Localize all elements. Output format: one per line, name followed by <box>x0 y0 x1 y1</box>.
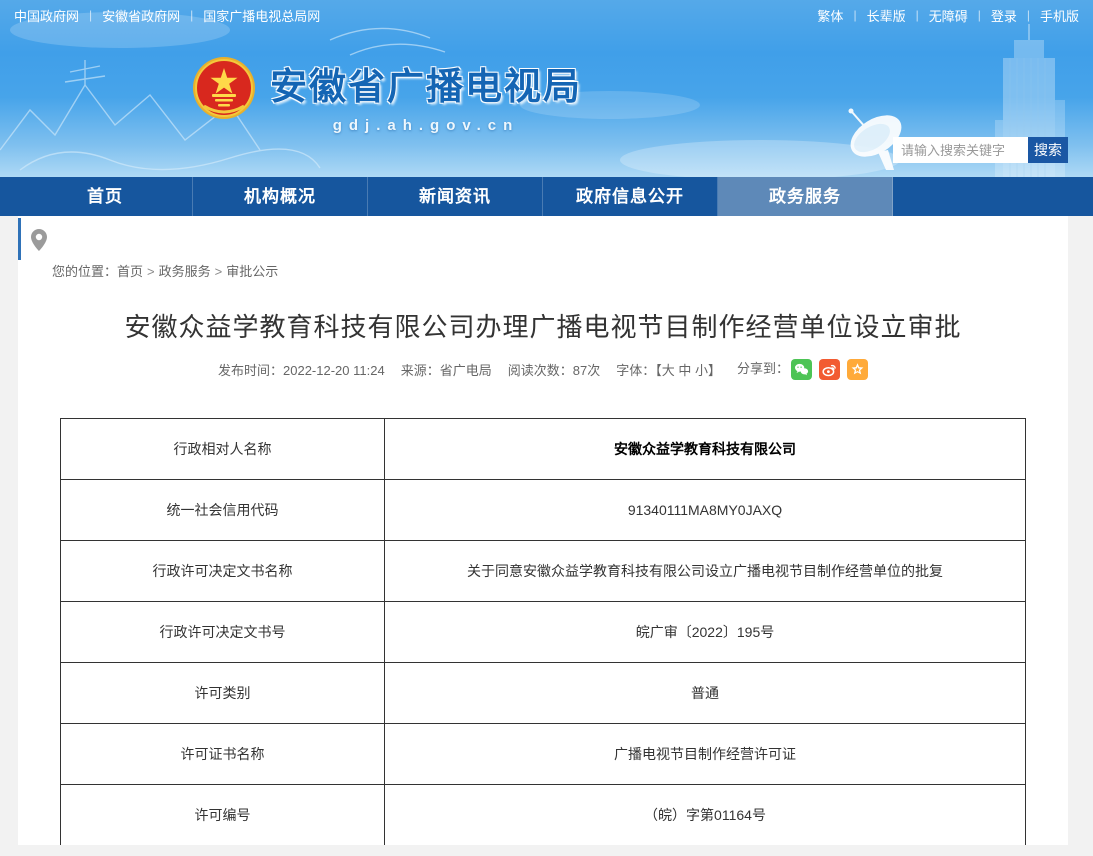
table-row: 行政相对人名称安徽众益学教育科技有限公司 <box>61 419 1026 480</box>
approval-table-body: 行政相对人名称安徽众益学教育科技有限公司统一社会信用代码91340111MA8M… <box>61 419 1026 846</box>
topbar-link[interactable]: 无障碍 <box>929 6 968 25</box>
row-value: 广播电视节目制作经营许可证 <box>385 724 1026 785</box>
breadcrumb-items: 首页>政务服务>审批公示 <box>117 264 278 279</box>
nav-item-gov-info[interactable]: 政府信息公开 <box>543 177 718 216</box>
search-input[interactable] <box>893 137 1028 163</box>
location-accent-bar <box>18 218 21 260</box>
table-row: 许可编号（皖）字第01164号 <box>61 785 1026 846</box>
topbar-link[interactable]: 国家广播电视总局网 <box>203 6 320 25</box>
row-label: 许可类别 <box>61 663 385 724</box>
row-label: 行政许可决定文书号 <box>61 602 385 663</box>
row-label: 许可证书名称 <box>61 724 385 785</box>
article-source: 来源：省广电局 <box>401 360 492 379</box>
wechat-share-icon[interactable] <box>791 359 812 380</box>
share-group: 分享到： <box>737 358 868 380</box>
topbar-link[interactable]: 手机版 <box>1040 6 1079 25</box>
topbar-right-links: 繁体 | 长辈版 | 无障碍 | 登录 | 手机版 <box>817 6 1079 25</box>
row-value: （皖）字第01164号 <box>385 785 1026 846</box>
publish-time: 发布时间：2022-12-20 11:24 <box>218 360 385 379</box>
approval-table: 行政相对人名称安徽众益学教育科技有限公司统一社会信用代码91340111MA8M… <box>60 418 1026 845</box>
table-row: 行政许可决定文书名称关于同意安徽众益学教育科技有限公司设立广播电视节目制作经营单… <box>61 541 1026 602</box>
breadcrumb-item: 审批公示 <box>226 264 278 279</box>
topbar-link[interactable]: 安徽省政府网 <box>102 6 180 25</box>
table-row: 行政许可决定文书号皖广审〔2022〕195号 <box>61 602 1026 663</box>
table-row: 许可类别普通 <box>61 663 1026 724</box>
table-row: 统一社会信用代码91340111MA8MY0JAXQ <box>61 480 1026 541</box>
article-meta: 发布时间：2022-12-20 11:24 来源：省广电局 阅读次数：87次 字… <box>18 358 1068 380</box>
topbar-link[interactable]: 长辈版 <box>867 6 906 25</box>
font-size-controls[interactable]: 字体：【大 中 小】 <box>616 360 721 379</box>
topbar-link[interactable]: 中国政府网 <box>14 6 79 25</box>
topbar-separator: | <box>89 8 92 22</box>
breadcrumb-item[interactable]: 首页 <box>117 264 143 279</box>
brand-text: 安徽省广播电视局 gdj.ah.gov.cn <box>270 56 582 134</box>
page: 中国政府网 | 安徽省政府网 | 国家广播电视总局网 繁体 | 长辈版 | 无障碍 | 登录 | 手机版… <box>0 0 1093 856</box>
topbar-separator: | <box>190 8 193 22</box>
qzone-share-icon[interactable] <box>847 359 868 380</box>
content-card: 您的位置：首页>政务服务>审批公示 安徽众益学教育科技有限公司办理广播电视节目制… <box>18 216 1068 845</box>
row-value: 关于同意安徽众益学教育科技有限公司设立广播电视节目制作经营单位的批复 <box>385 541 1026 602</box>
row-value: 91340111MA8MY0JAXQ <box>385 480 1026 541</box>
topbar-link[interactable]: 繁体 <box>817 6 843 25</box>
view-count: 阅读次数：87次 <box>508 360 600 379</box>
nav-item-news[interactable]: 新闻资讯 <box>368 177 543 216</box>
row-label: 许可编号 <box>61 785 385 846</box>
share-icons <box>791 359 868 380</box>
table-row: 许可证书名称广播电视节目制作经营许可证 <box>61 724 1026 785</box>
row-value: 皖广审〔2022〕195号 <box>385 602 1026 663</box>
search-bar: 搜索 <box>893 137 1068 163</box>
topbar-separator: | <box>853 8 856 22</box>
row-label: 行政相对人名称 <box>61 419 385 480</box>
breadcrumb-prefix: 您的位置： <box>52 264 117 279</box>
main-nav: 首页机构概况新闻资讯政府信息公开政务服务 <box>0 177 1093 216</box>
weibo-share-icon[interactable] <box>819 359 840 380</box>
row-value: 普通 <box>385 663 1026 724</box>
breadcrumb: 您的位置：首页>政务服务>审批公示 <box>52 261 278 280</box>
nav-item-home[interactable]: 首页 <box>18 177 193 216</box>
topbar-separator: | <box>916 8 919 22</box>
national-emblem-icon <box>192 56 256 120</box>
article-title: 安徽众益学教育科技有限公司办理广播电视节目制作经营单位设立审批 <box>18 307 1068 344</box>
topbar: 中国政府网 | 安徽省政府网 | 国家广播电视总局网 繁体 | 长辈版 | 无障碍 | 登录 | 手机版 <box>0 0 1093 30</box>
site-url: gdj.ah.gov.cn <box>270 117 582 134</box>
topbar-link[interactable]: 登录 <box>991 6 1017 25</box>
breadcrumb-item[interactable]: 政务服务 <box>159 264 211 279</box>
topbar-left-links: 中国政府网 | 安徽省政府网 | 国家广播电视总局网 <box>14 6 320 25</box>
breadcrumb-separator: > <box>215 264 223 279</box>
row-label: 统一社会信用代码 <box>61 480 385 541</box>
row-label: 行政许可决定文书名称 <box>61 541 385 602</box>
topbar-separator: | <box>978 8 981 22</box>
site-brand: 安徽省广播电视局 gdj.ah.gov.cn <box>192 56 582 134</box>
nav-item-about[interactable]: 机构概况 <box>193 177 368 216</box>
approval-table-wrap: 行政相对人名称安徽众益学教育科技有限公司统一社会信用代码91340111MA8M… <box>60 418 1026 845</box>
nav-item-services[interactable]: 政务服务 <box>718 177 893 216</box>
location-pin-icon <box>31 229 47 251</box>
breadcrumb-separator: > <box>147 264 155 279</box>
row-value: 安徽众益学教育科技有限公司 <box>385 419 1026 480</box>
share-label: 分享到： <box>737 361 789 376</box>
topbar-separator: | <box>1027 8 1030 22</box>
search-button[interactable]: 搜索 <box>1028 137 1068 163</box>
site-header: 中国政府网 | 安徽省政府网 | 国家广播电视总局网 繁体 | 长辈版 | 无障碍 | 登录 | 手机版… <box>0 0 1093 177</box>
site-title: 安徽省广播电视局 <box>270 56 582 110</box>
